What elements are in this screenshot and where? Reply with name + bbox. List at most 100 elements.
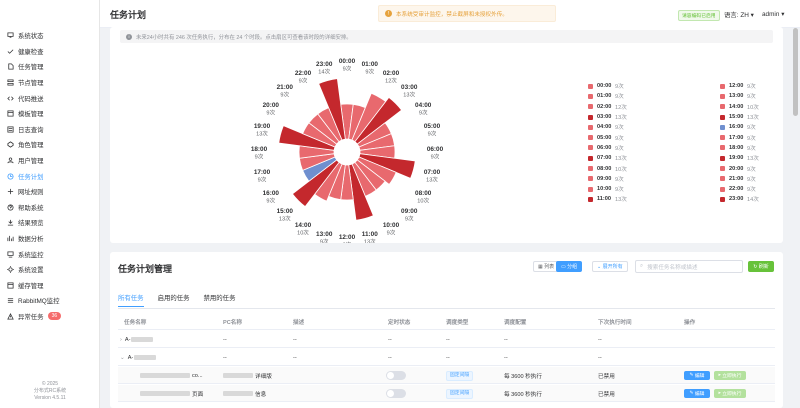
legend-item[interactable]: 21:00 9次	[720, 174, 759, 184]
rose-label-hour: 11:00	[362, 231, 378, 238]
tab-disabled[interactable]: 禁用的任务	[204, 293, 236, 307]
legend-item[interactable]: 08:00 10次	[588, 163, 627, 173]
legend-item[interactable]: 22:00 9次	[720, 184, 759, 194]
sidebar-item-1[interactable]: 健康检查	[0, 44, 100, 60]
legend-item[interactable]: 14:00 10次	[720, 102, 759, 112]
legend-item[interactable]: 05:00 9次	[588, 132, 627, 142]
legend-count: 14次	[747, 197, 759, 204]
table-row[interactable]: ⌄ A- -- -- -- -- -- --	[118, 349, 775, 366]
legend-count: 9次	[747, 125, 756, 132]
tab-enabled[interactable]: 启用的任务	[158, 293, 190, 307]
sidebar-item-3[interactable]: 节点管理	[0, 75, 100, 91]
col-timer-status: 定时状态	[388, 319, 411, 326]
next-run: 已禁用	[598, 373, 615, 380]
page-scrollbar[interactable]	[793, 28, 798, 116]
legend-item[interactable]: 20:00 9次	[720, 163, 759, 173]
sidebar-item-6[interactable]: 日志查询	[0, 122, 100, 138]
expand-all-button[interactable]: ⌄ 展开所有	[592, 261, 628, 272]
rose-label-count: 9次	[255, 153, 264, 161]
rose-label-hour: 21:00	[277, 84, 294, 91]
task-name: 页面	[140, 385, 203, 402]
legend-item[interactable]: 19:00 13次	[720, 153, 759, 163]
rose-label-count: 10次	[417, 197, 429, 205]
table-header: 任务名称 PC名称 描述 定时状态 调度类型 调度配置 下次执行时间 操作	[118, 313, 775, 330]
legend-item[interactable]: 12:00 9次	[720, 81, 759, 91]
edit-button[interactable]: ✎ 编辑	[684, 389, 710, 398]
legend-item[interactable]: 23:00 14次	[720, 194, 759, 204]
sidebar-item-0[interactable]: 系统状态	[0, 28, 100, 44]
timer-switch[interactable]	[386, 389, 406, 398]
gear-icon	[6, 266, 14, 274]
sidebar-item-10[interactable]: 网址规则	[0, 184, 100, 200]
run-now-button[interactable]: ▸ 立即执行	[714, 371, 746, 380]
task-tabs: 所有任务 启用的任务 禁用的任务	[118, 293, 249, 307]
legend-item[interactable]: 09:00 9次	[588, 174, 627, 184]
sidebar-item-2[interactable]: 任务管理	[0, 59, 100, 75]
sidebar-item-7[interactable]: 角色管理	[0, 137, 100, 153]
legend-item[interactable]: 13:00 9次	[720, 91, 759, 101]
search-input[interactable]: ⌕ 搜索任务名称或描述	[635, 260, 743, 273]
edit-button[interactable]: ✎ 编辑	[684, 371, 710, 380]
legend-count: 9次	[747, 94, 756, 101]
legend-count: 13次	[615, 156, 627, 163]
page-title: 任务计划	[110, 10, 147, 20]
sidebar-item-18[interactable]: 异常任务 36	[0, 309, 100, 325]
search-placeholder: 搜索任务名称或描述	[647, 264, 698, 271]
legend-item[interactable]: 11:00 13次	[588, 194, 627, 204]
legend-hour: 02:00	[597, 103, 612, 110]
sidebar-item-label: 系统监控	[18, 251, 44, 259]
rose-label-hour: 06:00	[427, 146, 444, 153]
language-select[interactable]: 语言: ZH ▾	[724, 10, 754, 19]
run-now-button[interactable]: ▸ 立即执行	[714, 389, 746, 398]
refresh-button[interactable]: ↻ 刷新	[748, 261, 774, 272]
sidebar-item-label: 系统状态	[18, 33, 44, 41]
legend-item[interactable]: 15:00 13次	[720, 112, 759, 122]
tab-all[interactable]: 所有任务	[118, 293, 144, 307]
legend-item[interactable]: 01:00 9次	[588, 91, 627, 101]
table-row[interactable]: 页面 信息 固定间隔 每 3600 秒执行 已禁用 ✎ 编辑 ▸ 立即执行	[118, 385, 775, 402]
rose-chart[interactable]: 00:009次01:009次 02:0012次03:0013次04:009次05:…	[110, 27, 783, 243]
user-menu[interactable]: admin ▾	[762, 10, 784, 18]
rose-label-count: 9次	[419, 109, 428, 117]
legend-item[interactable]: 16:00 9次	[720, 122, 759, 132]
sidebar-item-label: 节点管理	[18, 80, 44, 88]
legend-item[interactable]: 07:00 13次	[588, 153, 627, 163]
timer-switch[interactable]	[386, 371, 406, 380]
legend-swatch	[588, 114, 593, 120]
legend-item[interactable]: 10:00 9次	[588, 184, 627, 194]
sidebar-item-13[interactable]: 数据分析	[0, 231, 100, 247]
monitor-icon	[6, 32, 14, 40]
legend-count: 10次	[747, 104, 759, 111]
table-row[interactable]: co... 详细版 固定间隔 每 3600 秒执行 已禁用 ✎ 编辑 ▸ 立即执…	[118, 367, 775, 384]
sidebar-item-4[interactable]: 代码推送	[0, 90, 100, 106]
sidebar-item-17[interactable]: RabbitMQ监控	[0, 293, 100, 309]
schedule-type-tag: 固定间隔	[446, 370, 474, 381]
table-row[interactable]: › A- -- -- -- -- -- --	[118, 331, 775, 348]
sidebar-item-label: 结果预览	[18, 220, 44, 228]
sidebar-item-16[interactable]: 缓存管理	[0, 278, 100, 294]
rose-label-hour: 14:00	[295, 222, 312, 229]
legend-item[interactable]: 17:00 9次	[720, 132, 759, 142]
task-name: co...	[140, 367, 203, 384]
legend-item[interactable]: 04:00 9次	[588, 122, 627, 132]
warning-icon	[6, 312, 14, 320]
legend-item[interactable]: 02:00 12次	[588, 102, 627, 112]
sidebar-item-12[interactable]: 结果预览	[0, 215, 100, 231]
legend-swatch	[720, 186, 725, 192]
sidebar-item-14[interactable]: 系统监控	[0, 246, 100, 262]
legend-hour: 16:00	[729, 124, 744, 131]
group-view-button[interactable]: ▭ 分组	[556, 261, 583, 272]
sidebar-item-15[interactable]: 系统设置	[0, 262, 100, 278]
sidebar-item-5[interactable]: 模板管理	[0, 106, 100, 122]
user-icon	[6, 157, 14, 165]
sidebar-item-11[interactable]: 帮助系统	[0, 200, 100, 216]
legend-swatch	[588, 196, 593, 202]
legend-item[interactable]: 00:00 9次	[588, 81, 627, 91]
legend-item[interactable]: 18:00 9次	[720, 143, 759, 153]
sidebar-item-8[interactable]: 用户管理	[0, 153, 100, 169]
sidebar-item-9[interactable]: 任务计划	[0, 168, 100, 184]
list-icon: ▦	[538, 263, 543, 270]
legend-item[interactable]: 03:00 13次	[588, 112, 627, 122]
legend-item[interactable]: 06:00 9次	[588, 143, 627, 153]
legend-swatch	[720, 83, 725, 89]
